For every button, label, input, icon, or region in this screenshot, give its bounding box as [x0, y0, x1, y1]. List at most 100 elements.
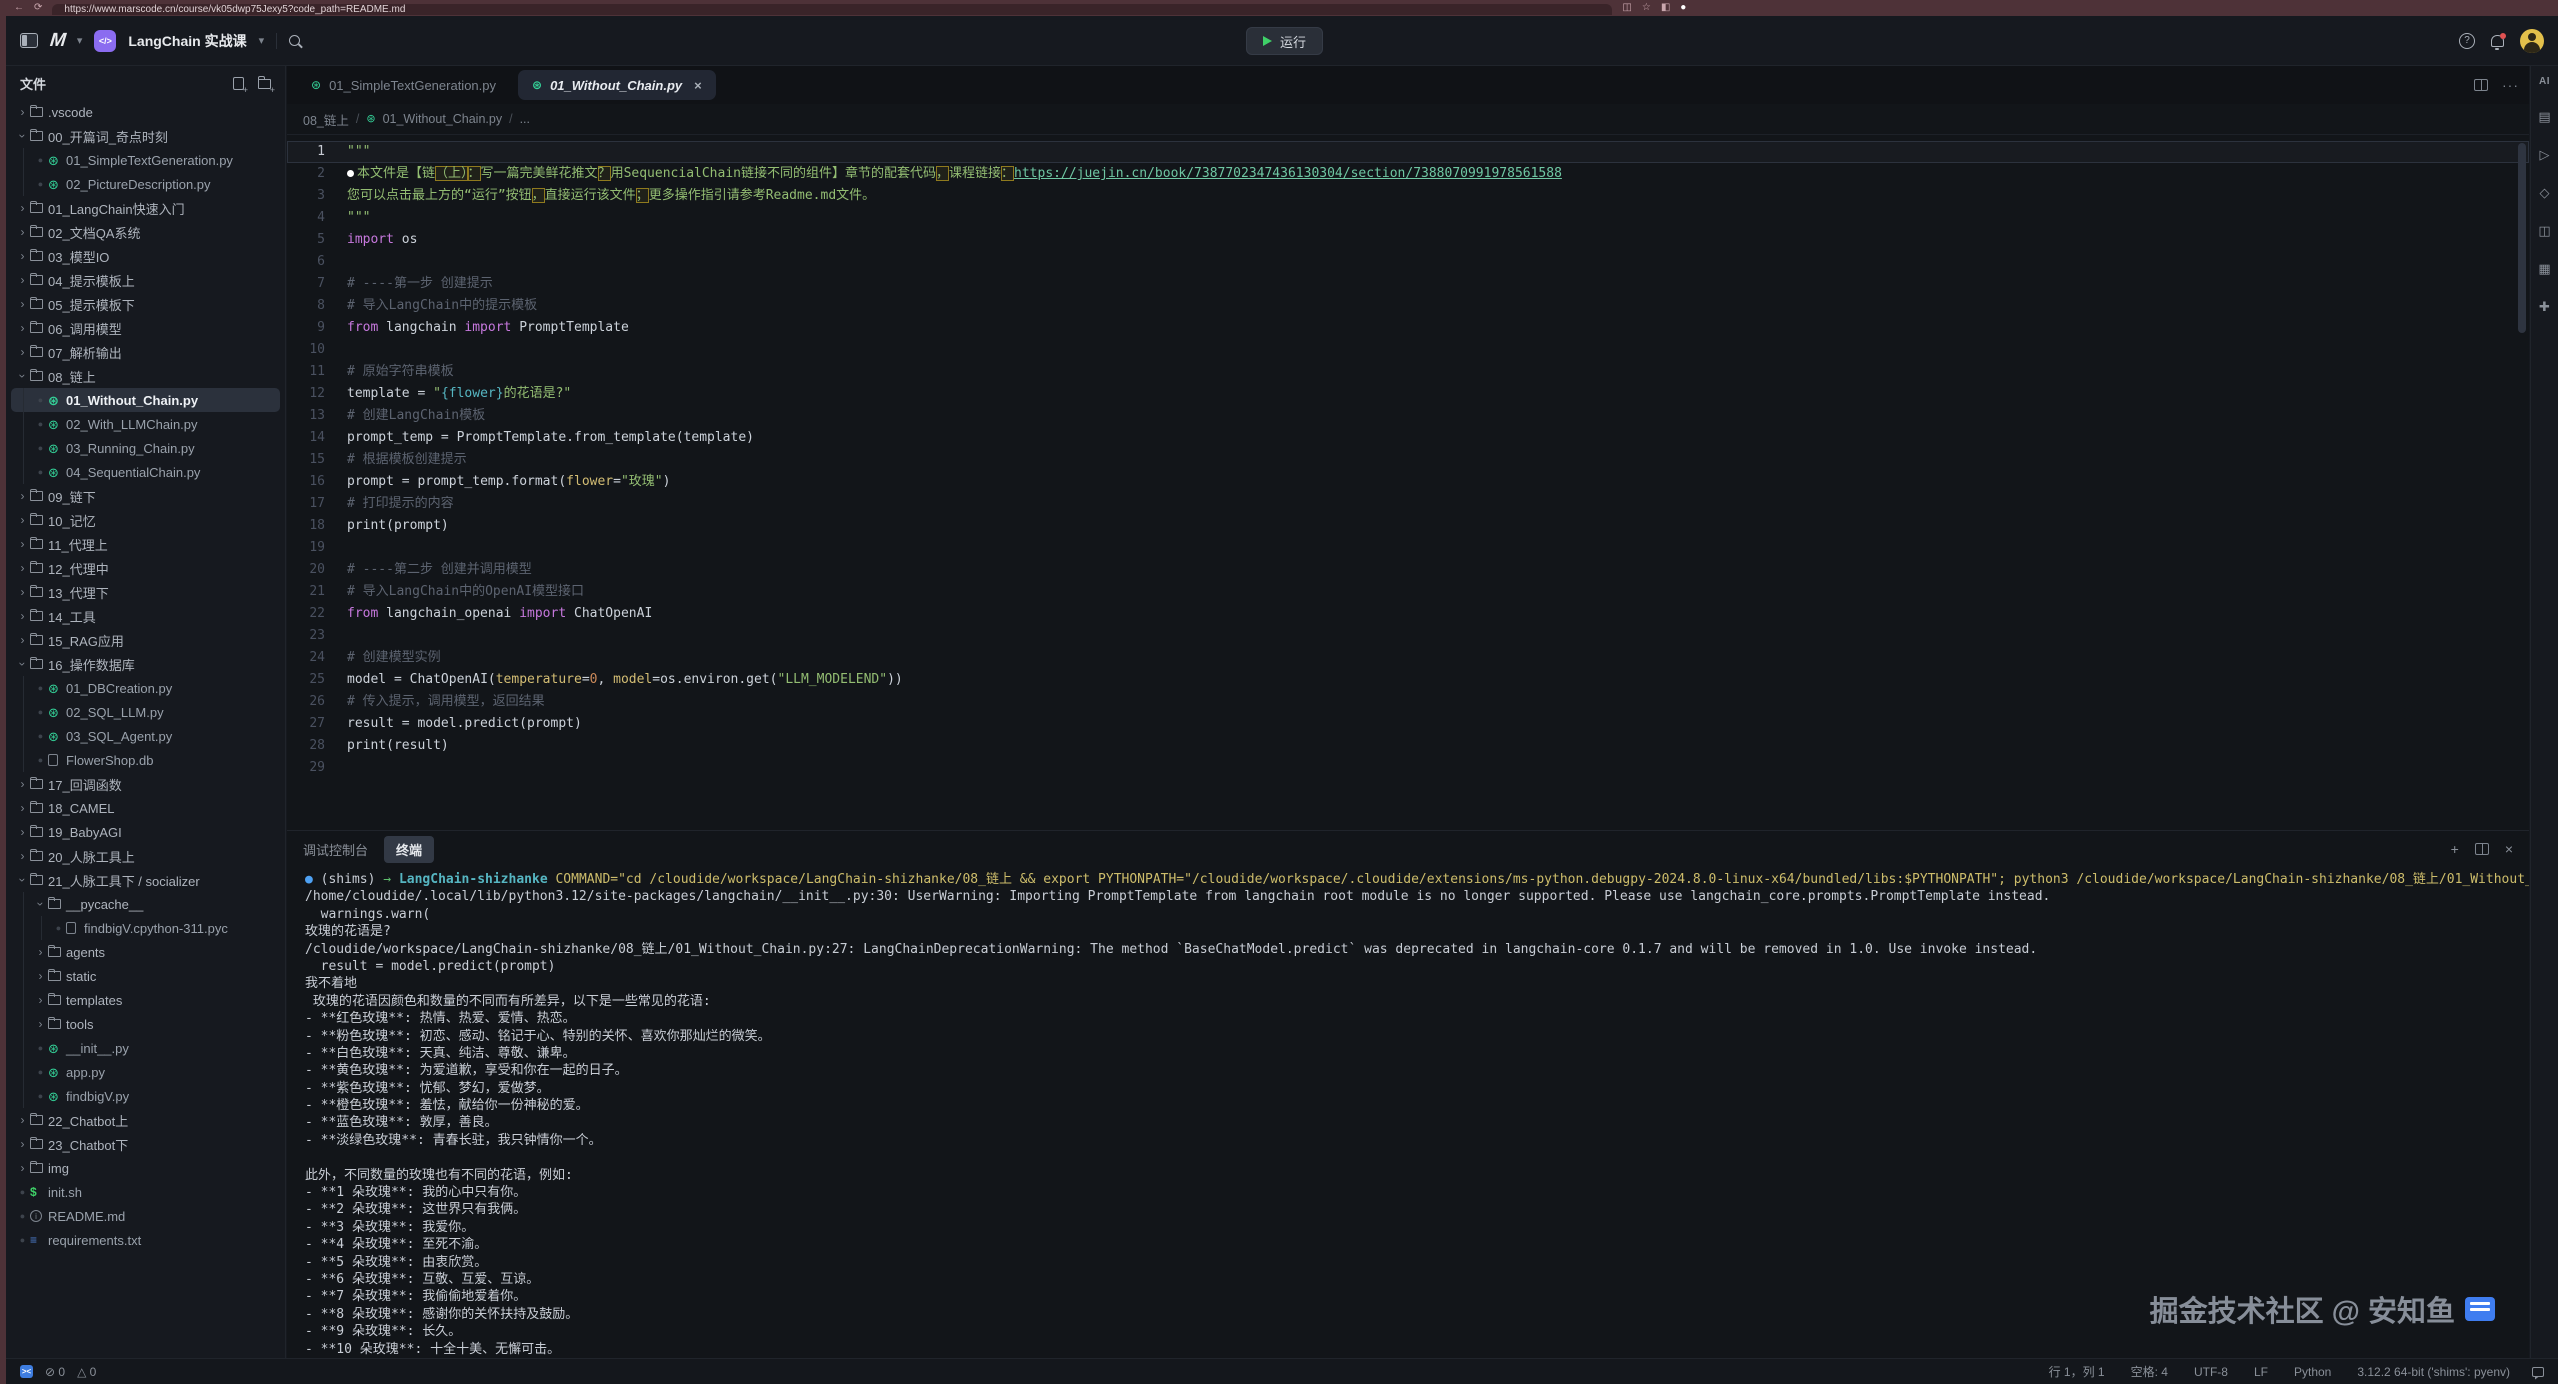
chevron-collapsed-icon[interactable]: ›	[15, 249, 30, 263]
code-line[interactable]: 22from langchain_openai import ChatOpenA…	[287, 603, 2529, 625]
tree-folder-item[interactable]: ›04_提示模板上	[11, 268, 280, 292]
chevron-expanded-icon[interactable]: ›	[16, 129, 30, 144]
plugin-icon[interactable]: ◇	[2540, 185, 2550, 201]
chevron-collapsed-icon[interactable]: ›	[15, 1113, 30, 1127]
warning-count[interactable]: △ 0	[77, 1365, 96, 1379]
tree-folder-item[interactable]: ›12_代理中	[11, 556, 280, 580]
statusbar-item[interactable]: 3.12.2 64-bit ('shims': pyenv)	[2357, 1365, 2510, 1379]
code-line[interactable]: 4"""	[287, 207, 2529, 229]
chevron-collapsed-icon[interactable]: ›	[33, 993, 48, 1007]
breadcrumb-item[interactable]: 01_Without_Chain.py	[383, 112, 503, 126]
tree-folder-item[interactable]: ›20_人脉工具上	[11, 844, 280, 868]
tree-folder-item[interactable]: ›00_开篇词_奇点时刻	[11, 124, 280, 148]
browser-panel-icon[interactable]: ◫	[1622, 0, 1631, 16]
tree-folder-item[interactable]: ›17_回调函数	[11, 772, 280, 796]
code-link[interactable]: https://juejin.cn/book/73877023474361303…	[1014, 166, 1562, 181]
code-line[interactable]: 21# 导入LangChain中的OpenAI模型接口	[287, 581, 2529, 603]
tree-folder-item[interactable]: ›templates	[11, 988, 280, 1012]
user-avatar[interactable]	[2520, 29, 2544, 53]
browser-address-bar[interactable]: https://www.marscode.cn/course/vk05dwp75…	[52, 4, 1612, 15]
split-editor-icon[interactable]	[2474, 79, 2488, 91]
tree-folder-item[interactable]: ›06_调用模型	[11, 316, 280, 340]
docs-panel-icon[interactable]: ▤	[2538, 109, 2550, 125]
split-panel-icon[interactable]	[2475, 843, 2489, 855]
chevron-collapsed-icon[interactable]: ›	[15, 801, 30, 815]
chevron-down-icon[interactable]: ▾	[259, 34, 265, 47]
notification-bell-icon[interactable]	[2491, 35, 2504, 47]
tree-file-item[interactable]: ●⊛03_SQL_Agent.py	[11, 724, 280, 748]
code-line[interactable]: 12template = "{flower}的花语是?"	[287, 383, 2529, 405]
marscode-logo[interactable]: M	[49, 30, 66, 52]
tree-folder-item[interactable]: ›.vscode	[11, 100, 280, 124]
code-line[interactable]: 10	[287, 339, 2529, 361]
project-title[interactable]: LangChain 实战课	[128, 31, 246, 51]
feedback-icon[interactable]	[2532, 1367, 2544, 1377]
tools-extra-icon[interactable]: ✚	[2539, 299, 2550, 315]
code-line[interactable]: 3您可以点击最上方的“运行”按钮，直接运行该文件；更多操作指引请参考Readme…	[287, 185, 2529, 207]
chevron-expanded-icon[interactable]: ›	[16, 873, 30, 888]
error-count[interactable]: ⊘ 0	[45, 1365, 65, 1379]
browser-bookmark-icon[interactable]: ☆	[1642, 0, 1651, 16]
chevron-collapsed-icon[interactable]: ›	[15, 321, 30, 335]
tree-file-item[interactable]: ●≡requirements.txt	[11, 1228, 280, 1252]
code-line[interactable]: 7# ----第一步 创建提示	[287, 273, 2529, 295]
tree-folder-item[interactable]: ›agents	[11, 940, 280, 964]
chevron-expanded-icon[interactable]: ›	[34, 897, 48, 912]
chevron-collapsed-icon[interactable]: ›	[15, 273, 30, 287]
code-line[interactable]: 6	[287, 251, 2529, 273]
statusbar-item[interactable]: LF	[2254, 1365, 2268, 1379]
chevron-expanded-icon[interactable]: ›	[16, 657, 30, 672]
code-line[interactable]: 1"""	[287, 141, 2529, 163]
code-line[interactable]: 23	[287, 625, 2529, 647]
code-line[interactable]: 27result = model.predict(prompt)	[287, 713, 2529, 735]
code-line[interactable]: 11# 原始字符串模板	[287, 361, 2529, 383]
tree-file-item[interactable]: ●⊛findbigV.py	[11, 1084, 280, 1108]
toggle-sidebar-icon[interactable]	[20, 33, 38, 48]
code-line[interactable]: 16prompt = prompt_temp.format(flower="玫瑰…	[287, 471, 2529, 493]
tree-folder-item[interactable]: ›19_BabyAGI	[11, 820, 280, 844]
chevron-collapsed-icon[interactable]: ›	[15, 201, 30, 215]
code-line[interactable]: 8# 导入LangChain中的提示模板	[287, 295, 2529, 317]
tree-folder-item[interactable]: ›05_提示模板下	[11, 292, 280, 316]
database-icon[interactable]: ◫	[2538, 223, 2550, 239]
terminal-output[interactable]: ● (shims) → LangChain-shizhanke COMMAND=…	[287, 867, 2529, 1358]
tree-folder-item[interactable]: ›tools	[11, 1012, 280, 1036]
chevron-collapsed-icon[interactable]: ›	[15, 633, 30, 647]
statusbar-item[interactable]: 行 1，列 1	[2049, 1363, 2105, 1380]
tree-file-item[interactable]: ●⊛01_DBCreation.py	[11, 676, 280, 700]
code-line[interactable]: 19	[287, 537, 2529, 559]
code-editor[interactable]: 1"""2本文件是【链（上）：写一篇完美鲜花推文？用SequencialChai…	[287, 134, 2529, 830]
chevron-collapsed-icon[interactable]: ›	[15, 345, 30, 359]
tree-file-item[interactable]: ●⊛04_SequentialChain.py	[11, 460, 280, 484]
breadcrumb[interactable]: 08_链上/⊛01_Without_Chain.py/...	[287, 104, 2529, 134]
help-icon[interactable]: ?	[2459, 33, 2475, 49]
chevron-down-icon[interactable]: ▾	[77, 34, 83, 47]
run-button[interactable]: 运行	[1246, 27, 1323, 55]
chevron-collapsed-icon[interactable]: ›	[15, 489, 30, 503]
editor-tab[interactable]: ⊛01_Without_Chain.py×	[518, 70, 716, 100]
code-line[interactable]: 24# 创建模型实例	[287, 647, 2529, 669]
tab-close-icon[interactable]: ×	[694, 78, 702, 93]
tree-file-item[interactable]: ●⊛02_SQL_LLM.py	[11, 700, 280, 724]
tree-file-item[interactable]: ●FlowerShop.db	[11, 748, 280, 772]
launcher-icon[interactable]: ▷	[2540, 147, 2550, 163]
tree-folder-item[interactable]: ›18_CAMEL	[11, 796, 280, 820]
code-line[interactable]: 14prompt_temp = PromptTemplate.from_temp…	[287, 427, 2529, 449]
chevron-collapsed-icon[interactable]: ›	[33, 969, 48, 983]
tree-file-item[interactable]: ●$init.sh	[11, 1180, 280, 1204]
editor-tab[interactable]: ⊛01_SimpleTextGeneration.py	[297, 70, 510, 100]
tree-folder-item[interactable]: ›img	[11, 1156, 280, 1180]
browser-profile-icon[interactable]: ●	[1680, 0, 1686, 16]
tree-folder-item[interactable]: ›__pycache__	[11, 892, 280, 916]
tree-folder-item[interactable]: ›static	[11, 964, 280, 988]
editor-scrollbar[interactable]	[2518, 143, 2526, 333]
code-line[interactable]: 29	[287, 757, 2529, 779]
code-line[interactable]: 26# 传入提示，调用模型，返回结果	[287, 691, 2529, 713]
tree-file-item[interactable]: ●findbigV.cpython-311.pyc	[11, 916, 280, 940]
ai-assistant-icon[interactable]: AI	[2539, 76, 2550, 87]
tree-folder-item[interactable]: ›16_操作数据库	[11, 652, 280, 676]
tree-file-item[interactable]: ●⊛01_Without_Chain.py	[11, 388, 280, 412]
chevron-collapsed-icon[interactable]: ›	[15, 1161, 30, 1175]
code-line[interactable]: 25model = ChatOpenAI(temperature=0, mode…	[287, 669, 2529, 691]
tree-folder-item[interactable]: ›03_模型IO	[11, 244, 280, 268]
